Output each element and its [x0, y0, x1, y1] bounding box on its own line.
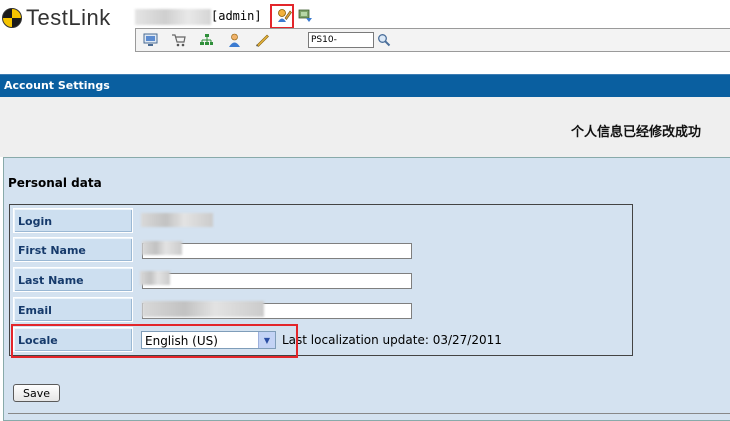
page-title: Account Settings: [4, 79, 110, 92]
account-settings-form: Personal data Login First Name Last Name…: [3, 157, 730, 421]
test-plan-icon[interactable]: [198, 32, 214, 48]
last-name-input[interactable]: [142, 273, 412, 289]
search-icon[interactable]: [376, 32, 392, 48]
email-label-cell: Email: [13, 297, 133, 322]
email-value-cell: [137, 297, 629, 322]
main-toolbar: [135, 28, 730, 52]
status-message-area: 个人信息已经修改成功: [0, 97, 730, 157]
first-name-row: First Name: [13, 237, 629, 263]
desktop-icon[interactable]: [142, 32, 158, 48]
login-label-cell: Login: [13, 208, 133, 233]
first-name-label-cell: First Name: [13, 237, 133, 262]
last-name-label: Last Name: [18, 274, 84, 287]
email-label: Email: [18, 304, 52, 317]
requirements-icon[interactable]: [170, 32, 186, 48]
edit-user-highlight: [270, 4, 294, 29]
email-redacted: [142, 301, 264, 317]
testlink-page: TestLink [admin] PS10- Account Settings …: [0, 0, 730, 421]
page-title-bar: Account Settings: [0, 74, 730, 98]
email-row: Email: [13, 297, 629, 323]
events-icon[interactable]: [254, 32, 270, 48]
first-name-label: First Name: [18, 244, 86, 257]
logo-text: TestLink: [26, 5, 111, 30]
localization-update-text: Last localization update: 03/27/2011: [282, 333, 502, 347]
login-value-redacted: [141, 213, 213, 227]
first-name-value-cell: [137, 237, 629, 262]
user-icon[interactable]: [226, 32, 242, 48]
status-message: 个人信息已经修改成功: [570, 125, 701, 140]
divider: [8, 413, 730, 414]
section-title: Personal data: [8, 176, 102, 190]
last-name-label-cell: Last Name: [13, 267, 133, 292]
testcase-search-input[interactable]: [308, 32, 374, 48]
testlink-logo[interactable]: TestLink: [2, 5, 111, 31]
last-name-row: Last Name: [13, 267, 629, 293]
last-name-value-cell: [137, 267, 629, 292]
first-name-input[interactable]: [142, 243, 412, 259]
login-row: Login: [13, 208, 629, 234]
save-button[interactable]: Save: [13, 384, 60, 402]
logout-icon[interactable]: [296, 6, 314, 24]
testlink-logo-icon: [2, 8, 22, 28]
login-label: Login: [18, 215, 53, 228]
login-value-cell: [137, 208, 629, 233]
username-redacted: [135, 9, 211, 25]
first-name-redacted: [142, 241, 182, 255]
last-name-redacted: [140, 271, 170, 285]
locale-highlight: [11, 324, 298, 358]
user-role: [admin]: [211, 9, 262, 23]
